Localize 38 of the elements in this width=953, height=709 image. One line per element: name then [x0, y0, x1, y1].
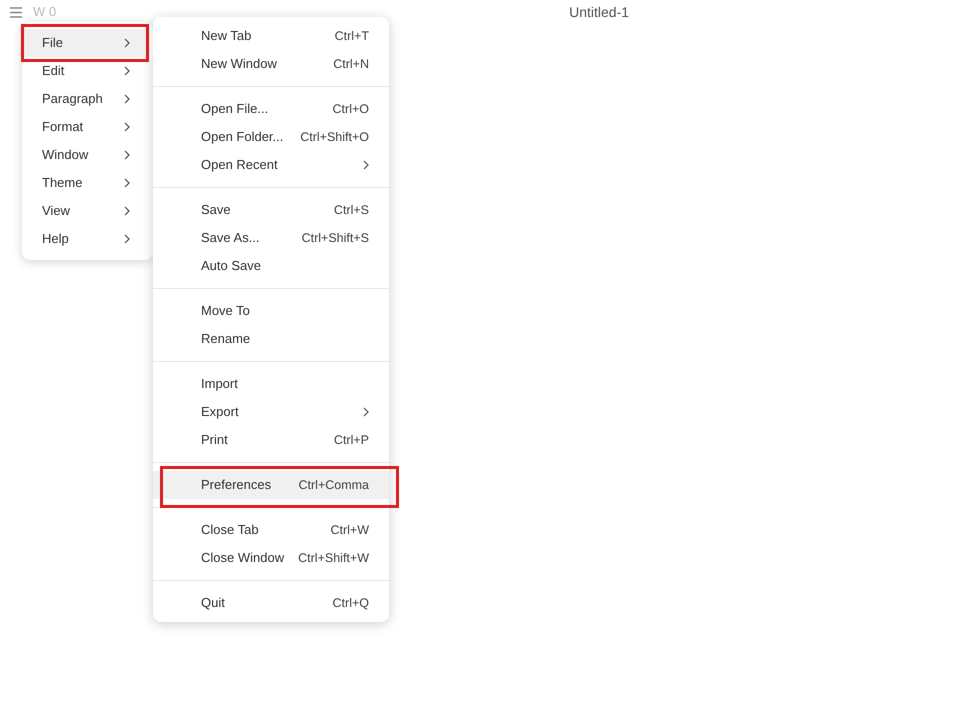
- menu-item[interactable]: Auto Save: [153, 252, 389, 280]
- menu-item[interactable]: Window: [22, 141, 153, 169]
- menu-item[interactable]: Paragraph: [22, 85, 153, 113]
- menu-item[interactable]: Save Ctrl+S: [153, 196, 389, 224]
- menu-item[interactable]: Help: [22, 225, 153, 253]
- menu-item[interactable]: Close Window Ctrl+Shift+W: [153, 544, 389, 572]
- window-title: Untitled-1: [569, 2, 630, 22]
- menu-item[interactable]: Export: [153, 398, 389, 426]
- menu-item[interactable]: View: [22, 197, 153, 225]
- chevron-icon: [124, 94, 130, 104]
- menu-item[interactable]: Open Folder... Ctrl+Shift+O: [153, 123, 389, 151]
- menu-item[interactable]: Open File... Ctrl+O: [153, 95, 389, 123]
- chevron-icon: [124, 38, 130, 48]
- menu-item[interactable]: Open Recent: [153, 151, 389, 179]
- menu-item[interactable]: Rename: [153, 325, 389, 353]
- menu-icon[interactable]: [10, 6, 22, 18]
- chevron-icon: [124, 150, 130, 160]
- chevron-icon: [124, 122, 130, 132]
- menu-item[interactable]: Theme: [22, 169, 153, 197]
- menu-item[interactable]: Quit Ctrl+Q: [153, 589, 389, 617]
- menu-item[interactable]: File: [22, 29, 153, 57]
- menu-item[interactable]: Close Tab Ctrl+W: [153, 516, 389, 544]
- menu-item[interactable]: Edit: [22, 57, 153, 85]
- chevron-icon: [124, 234, 130, 244]
- chevron-icon: [124, 206, 130, 216]
- chevron-icon: [363, 407, 369, 417]
- menu-item[interactable]: Save As... Ctrl+Shift+S: [153, 224, 389, 252]
- word-count: W 0: [33, 3, 56, 22]
- chevron-icon: [363, 160, 369, 170]
- menu-item[interactable]: Format: [22, 113, 153, 141]
- menu-item[interactable]: New Tab Ctrl+T: [153, 22, 389, 50]
- menu-item[interactable]: Preferences Ctrl+Comma: [153, 471, 389, 499]
- menu-item[interactable]: Print Ctrl+P: [153, 426, 389, 454]
- chevron-icon: [124, 178, 130, 188]
- menu-item[interactable]: Import: [153, 370, 389, 398]
- chevron-icon: [124, 66, 130, 76]
- menu-item[interactable]: New Window Ctrl+N: [153, 50, 389, 78]
- menu-item[interactable]: Move To: [153, 297, 389, 325]
